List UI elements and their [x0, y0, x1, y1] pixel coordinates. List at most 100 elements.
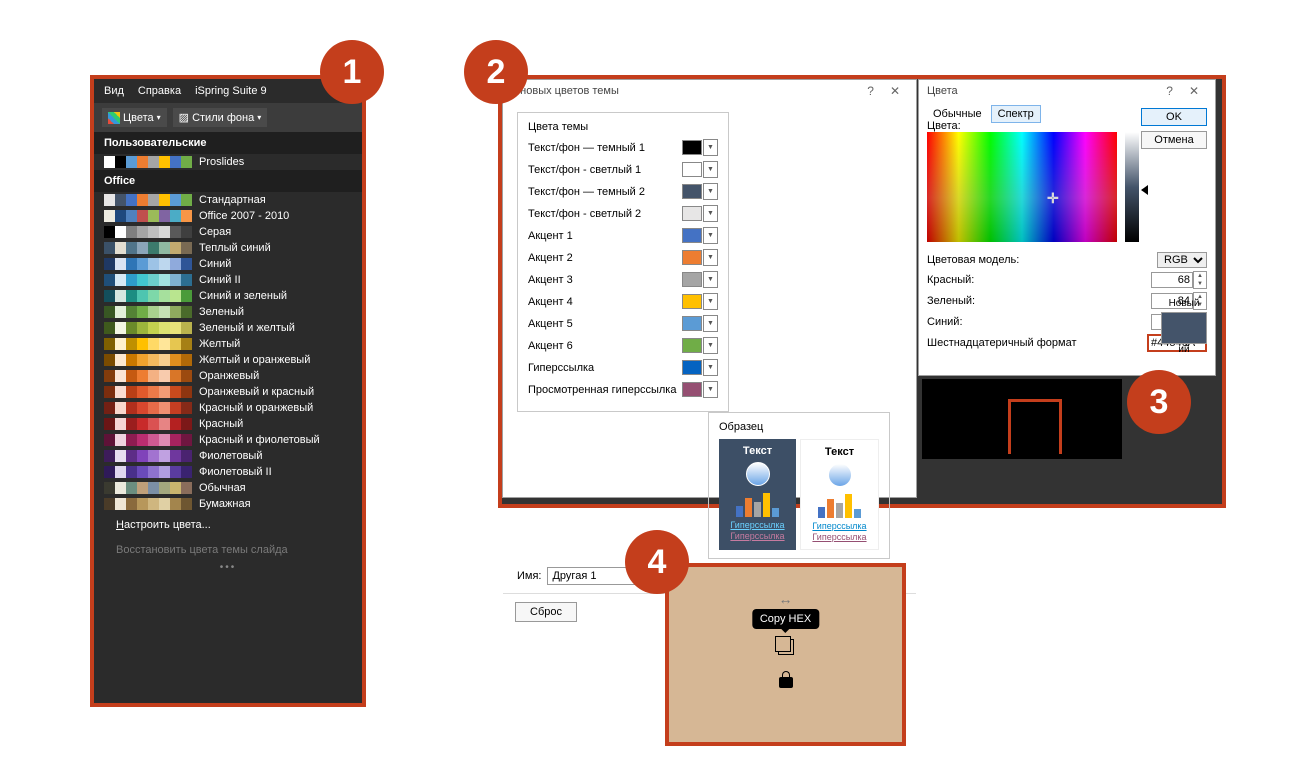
color-dropdown-button[interactable]: ▼ — [703, 249, 718, 266]
scheme-label: Обычная — [199, 482, 246, 494]
theme-color-row: Акцент 2▼ — [528, 249, 718, 266]
swatch-strip — [104, 402, 192, 414]
colors-button[interactable]: Цвета ▾ — [102, 108, 167, 127]
theme-color-row: Текст/фон — темный 2▼ — [528, 183, 718, 200]
color-scheme-item[interactable]: Синий II — [94, 272, 362, 288]
cancel-button[interactable]: Отмена — [1141, 131, 1207, 149]
color-dropdown-button[interactable]: ▼ — [703, 161, 718, 178]
resize-icon: ↔ — [779, 591, 793, 607]
color-scheme-item[interactable]: Обычная — [94, 480, 362, 496]
background-styles-button[interactable]: ▨ Стили фона ▾ — [173, 108, 268, 127]
color-scheme-item[interactable]: Теплый синий — [94, 240, 362, 256]
color-dropdown-button[interactable]: ▼ — [703, 205, 718, 222]
swatch-strip — [104, 466, 192, 478]
help-icon[interactable]: ? — [1158, 84, 1181, 98]
theme-color-row: Акцент 6▼ — [528, 337, 718, 354]
step-badge-2: 2 — [464, 40, 528, 104]
close-icon[interactable]: ✕ — [1181, 84, 1207, 98]
color-scheme-item[interactable]: Стандартная — [94, 192, 362, 208]
ok-button[interactable]: OK — [1141, 108, 1207, 126]
luminance-slider[interactable] — [1125, 132, 1139, 242]
scheme-label: Фиолетовый — [199, 450, 262, 462]
colors-dialog: Цвета ? ✕ Обычные Спектр OK Отмена Цвета… — [918, 79, 1216, 376]
color-dropdown-button[interactable]: ▼ — [703, 315, 718, 332]
create-theme-colors-dialog: е новых цветов темы ? ✕ Цвета темы Текст… — [502, 79, 917, 498]
color-chip — [682, 272, 702, 287]
red-input[interactable] — [1151, 272, 1193, 288]
help-icon[interactable]: ? — [859, 84, 882, 98]
swatch-strip — [104, 156, 192, 168]
swatch-strip — [104, 482, 192, 494]
scheme-label: Синий и зеленый — [199, 290, 287, 302]
color-dropdown-button[interactable]: ▼ — [703, 183, 718, 200]
scheme-label: Зеленый — [199, 306, 244, 318]
panel2-container: е новых цветов темы ? ✕ Цвета темы Текст… — [498, 75, 1226, 508]
color-scheme-item[interactable]: Красный — [94, 416, 362, 432]
color-scheme-item[interactable]: Синий и зеленый — [94, 288, 362, 304]
copy-hex-tooltip: Copy HEX — [752, 609, 819, 629]
color-scheme-item[interactable]: Proslides — [94, 154, 362, 170]
color-scheme-item[interactable]: Фиолетовый II — [94, 464, 362, 480]
color-scheme-item[interactable]: Фиолетовый — [94, 448, 362, 464]
tab-spectrum[interactable]: Спектр — [991, 105, 1041, 123]
color-scheme-item[interactable]: Оранжевый — [94, 368, 362, 384]
green-label: Зеленый: — [927, 295, 1151, 307]
color-dropdown-button[interactable]: ▼ — [703, 271, 718, 288]
color-scheme-item[interactable]: Office 2007 - 2010 — [94, 208, 362, 224]
color-scheme-item[interactable]: Зеленый — [94, 304, 362, 320]
scheme-label: Стандартная — [199, 194, 266, 206]
dialog-title: е новых цветов темы — [511, 85, 619, 97]
scheme-label: Оранжевый — [199, 370, 259, 382]
reset-button[interactable]: Сброс — [515, 602, 577, 622]
color-chip — [682, 338, 702, 353]
menu-view[interactable]: Вид — [104, 85, 124, 97]
copy-icon[interactable] — [778, 639, 794, 655]
customize-colors-item[interactable]: Настроить цвета... — [94, 512, 362, 538]
spinner-icon[interactable]: ▲▼ — [1193, 271, 1207, 289]
color-scheme-item[interactable]: Серая — [94, 224, 362, 240]
swatch-strip — [104, 434, 192, 446]
scheme-label: Зеленый и желтый — [199, 322, 295, 334]
color-chip — [682, 162, 702, 177]
step-badge-1: 1 — [320, 40, 384, 104]
color-scheme-item[interactable]: Зеленый и желтый — [94, 320, 362, 336]
model-label: Цветовая модель: — [927, 254, 1157, 266]
sample-dark: Текст Гиперссылка Гиперссылка — [719, 439, 796, 550]
theme-color-row: Акцент 5▼ — [528, 315, 718, 332]
color-dropdown-button[interactable]: ▼ — [703, 359, 718, 376]
color-dropdown-button[interactable]: ▼ — [703, 227, 718, 244]
color-scheme-item[interactable]: Желтый — [94, 336, 362, 352]
color-scheme-item[interactable]: Оранжевый и красный — [94, 384, 362, 400]
color-gradient[interactable]: ✛ — [927, 132, 1117, 242]
color-scheme-item[interactable]: Синий — [94, 256, 362, 272]
scheme-label: Proslides — [199, 156, 244, 168]
lock-icon[interactable] — [779, 677, 793, 688]
new-color-preview: Новый ий — [1161, 298, 1207, 355]
color-dropdown-button[interactable]: ▼ — [703, 337, 718, 354]
color-scheme-item[interactable]: Красный и оранжевый — [94, 400, 362, 416]
menu-ispring[interactable]: iSpring Suite 9 — [195, 85, 267, 97]
color-dropdown-button[interactable]: ▼ — [703, 293, 718, 310]
scheme-label: Синий — [199, 258, 231, 270]
crosshair-icon: ✛ — [1047, 190, 1059, 207]
swatch-strip — [104, 418, 192, 430]
color-model-select[interactable]: RGB — [1157, 252, 1207, 268]
swatch-strip — [104, 386, 192, 398]
color-scheme-item[interactable]: Бумажная — [94, 496, 362, 512]
menu-help[interactable]: Справка — [138, 85, 181, 97]
color-dropdown-button[interactable]: ▼ — [703, 139, 718, 156]
swatch-strip — [104, 210, 192, 222]
color-chip — [682, 360, 702, 375]
scheme-label: Желтый — [199, 338, 240, 350]
luminance-arrow-icon — [1141, 185, 1148, 195]
close-icon[interactable]: ✕ — [882, 84, 908, 98]
theme-color-row: Текст/фон — темный 1▼ — [528, 139, 718, 156]
swatch-strip — [104, 370, 192, 382]
figma-color-tile: ↔ Copy HEX — [665, 563, 906, 746]
color-scheme-item[interactable]: Желтый и оранжевый — [94, 352, 362, 368]
scheme-label: Office 2007 - 2010 — [199, 210, 289, 222]
color-dropdown-button[interactable]: ▼ — [703, 381, 718, 398]
color-scheme-item[interactable]: Красный и фиолетовый — [94, 432, 362, 448]
scheme-label: Красный и оранжевый — [199, 402, 313, 414]
blue-label: Синий: — [927, 316, 1151, 328]
